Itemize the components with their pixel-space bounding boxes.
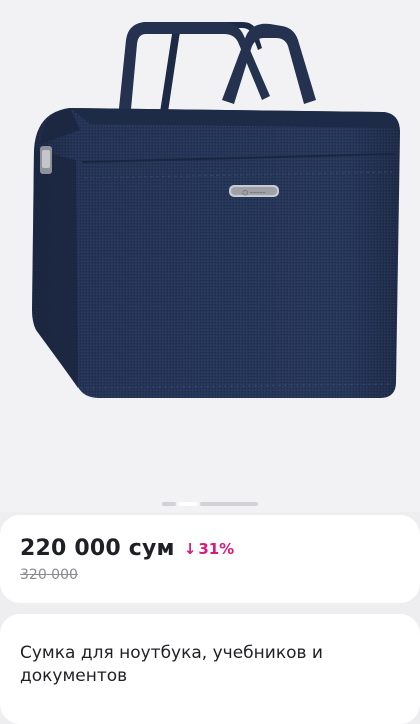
pager-dot[interactable]: [162, 502, 176, 506]
price-row: 220 000 сум ↓ 31%: [20, 536, 234, 561]
svg-text:◯ ‒‒‒‒‒: ◯ ‒‒‒‒‒: [242, 190, 265, 196]
product-title: Сумка для ноутбука, учебников и документ…: [20, 643, 323, 686]
pager-dot[interactable]: [200, 502, 258, 506]
price-card: 220 000 сум ↓ 31% 320 000: [0, 515, 420, 603]
old-price: 320 000: [20, 567, 78, 583]
gallery-pager[interactable]: [0, 501, 420, 507]
pager-dot-active[interactable]: [179, 502, 197, 506]
product-image[interactable]: ◯ ‒‒‒‒‒: [0, 0, 420, 512]
product-image-gallery[interactable]: ◯ ‒‒‒‒‒: [0, 0, 420, 512]
arrow-down-icon: ↓: [183, 539, 197, 558]
current-price: 220 000 сум: [20, 536, 175, 561]
discount-value: 31%: [198, 539, 235, 558]
title-card: Сумка для ноутбука, учебников и документ…: [0, 614, 420, 724]
discount-badge: ↓ 31%: [184, 540, 234, 558]
